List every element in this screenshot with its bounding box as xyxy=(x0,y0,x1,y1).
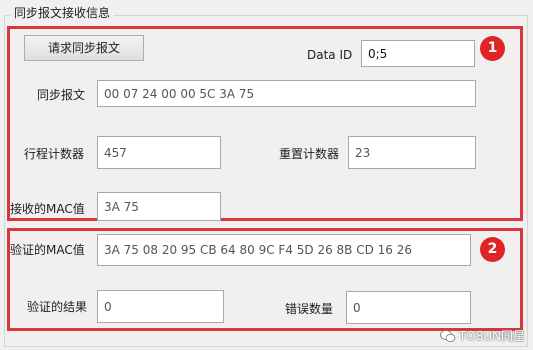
sync-message-field[interactable]: 00 07 24 00 00 5C 3A 75 xyxy=(97,80,476,107)
verify-mac-field[interactable]: 3A 75 08 20 95 CB 64 80 9C F4 5D 26 8B C… xyxy=(97,234,471,266)
received-mac-field[interactable]: 3A 75 xyxy=(97,192,221,221)
groupbox-title: 同步报文接收信息 xyxy=(10,5,115,21)
reset-counter-label: 重置计数器 xyxy=(279,147,340,161)
error-count-field[interactable]: 0 xyxy=(346,291,471,324)
sync-message-label: 同步报文 xyxy=(37,88,86,102)
error-count-label: 错误数量 xyxy=(285,302,334,316)
trip-counter-field[interactable]: 457 xyxy=(97,136,221,169)
verify-mac-label: 验证的MAC值 xyxy=(10,243,85,257)
data-id-label: Data ID xyxy=(307,48,353,62)
reset-counter-field[interactable]: 23 xyxy=(348,136,476,169)
watermark-text: TOSUN同星 xyxy=(458,329,525,343)
badge-2: 2 xyxy=(480,237,505,262)
verify-result-field[interactable]: 0 xyxy=(97,290,224,323)
data-id-field[interactable]: 0;5 xyxy=(361,40,475,67)
trip-counter-label: 行程计数器 xyxy=(24,147,85,161)
verify-result-label: 验证的结果 xyxy=(27,300,88,314)
received-mac-label: 接收的MAC值 xyxy=(10,202,85,216)
request-sync-message-button[interactable]: 请求同步报文 xyxy=(24,35,144,61)
wechat-icon xyxy=(439,329,456,342)
watermark: TOSUN同星 xyxy=(439,327,525,344)
badge-1: 1 xyxy=(480,36,505,61)
